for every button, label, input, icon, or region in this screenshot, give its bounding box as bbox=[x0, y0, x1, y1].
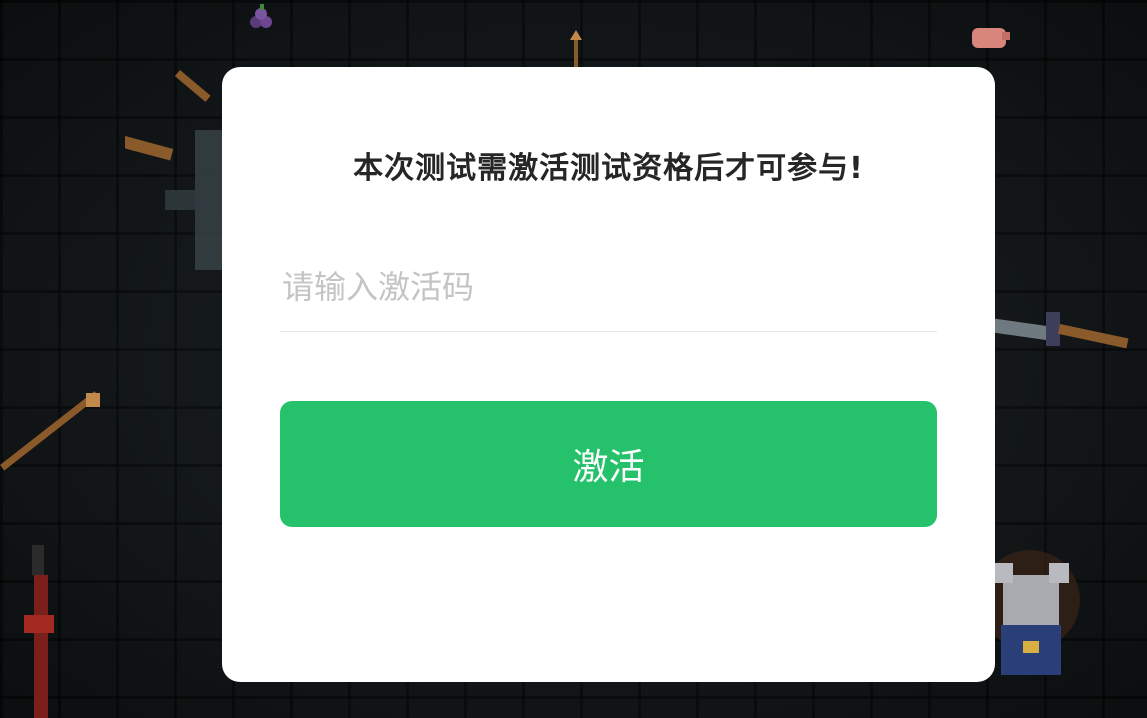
pig-icon bbox=[972, 28, 1010, 48]
arrow-icon bbox=[570, 30, 582, 70]
grapes-icon bbox=[250, 4, 272, 28]
sword-icon bbox=[990, 312, 1129, 349]
activate-button[interactable]: 激活 bbox=[280, 401, 937, 527]
activation-dialog: 本次测试需激活测试资格后才可参与! 激活 bbox=[222, 67, 995, 682]
dialog-title: 本次测试需激活测试资格后才可参与! bbox=[353, 151, 864, 186]
activation-code-input[interactable] bbox=[280, 242, 937, 332]
rubble-icon bbox=[125, 130, 225, 270]
mouse-character-icon bbox=[985, 550, 1080, 675]
staff-icon bbox=[0, 391, 100, 471]
spear-icon bbox=[24, 545, 54, 718]
